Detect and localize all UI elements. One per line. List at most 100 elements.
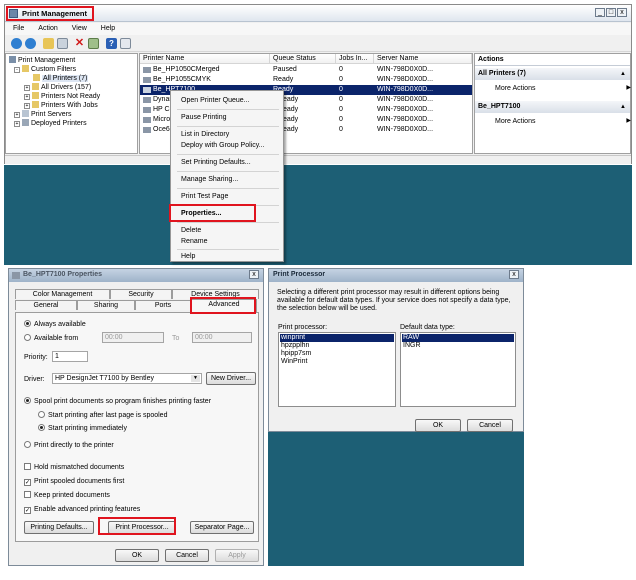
tree-item-all-printers[interactable]: All Printers (7) (33, 74, 89, 83)
submenu-arrow-icon: ▶ (626, 118, 631, 124)
menu-list-in-directory[interactable]: List in Directory (181, 130, 229, 140)
tree-item-printers-with-jobs[interactable]: + Printers With Jobs (24, 101, 98, 110)
hold-mismatched-checkbox[interactable]: Hold mismatched documents (24, 463, 124, 472)
keep-printed-checkbox[interactable]: Keep printed documents (24, 491, 110, 500)
printer-row[interactable]: Be_HP1055CMYK Ready 0 WIN-798D0X0D... (140, 75, 472, 85)
menu-rename[interactable]: Rename (181, 237, 207, 247)
chevron-down-icon[interactable]: ▼ (191, 375, 200, 382)
start-after-last-page-radio[interactable]: Start printing after last page is spoole… (38, 411, 167, 420)
delete-icon[interactable]: ✕ (74, 38, 85, 49)
printing-defaults-button[interactable]: Printing Defaults... (24, 521, 94, 534)
tree-item-custom-filters[interactable]: - Custom Filters (14, 65, 76, 74)
list-item[interactable]: hpipp7sm (281, 350, 311, 358)
priority-stepper[interactable]: 1 (52, 351, 88, 362)
maximize-button[interactable]: □ (606, 8, 616, 17)
spool-radio[interactable]: Spool print documents so program finishe… (24, 397, 211, 406)
menu-manage-sharing[interactable]: Manage Sharing... (181, 175, 238, 185)
actions-group-printer[interactable]: Be_HPT7100 ▲ (475, 101, 630, 113)
up-folder-icon[interactable] (43, 38, 54, 49)
expand-toggle[interactable]: + (24, 94, 30, 100)
menu-view[interactable]: View (72, 25, 87, 32)
tree-item-print-management[interactable]: Print Management (9, 56, 75, 65)
close-button[interactable]: x (617, 8, 627, 17)
processor-listbox[interactable]: winprint hpzpplhn hpipp7sm WinPrint (278, 332, 396, 407)
new-driver-button[interactable]: New Driver... (206, 372, 256, 385)
print-spooled-first-checkbox[interactable]: ✓ Print spooled documents first (24, 477, 124, 486)
ok-button[interactable]: OK (415, 419, 461, 432)
menu-deploy-group-policy[interactable]: Deploy with Group Policy... (181, 141, 265, 151)
menu-help[interactable]: Help (181, 252, 195, 262)
tree-item-printers-not-ready[interactable]: + Printers Not Ready (24, 92, 100, 101)
collapse-arrow-icon[interactable]: ▲ (620, 68, 626, 80)
minimize-button[interactable]: _ (595, 8, 605, 17)
checkmark-icon: ✓ (24, 507, 31, 514)
menu-separator (177, 222, 279, 223)
available-from-radio[interactable]: Available from (24, 334, 78, 343)
menu-pause-printing[interactable]: Pause Printing (181, 113, 227, 123)
cancel-button[interactable]: Cancel (467, 419, 513, 432)
close-button[interactable]: x (509, 270, 519, 279)
close-button[interactable]: x (249, 270, 259, 279)
menu-help[interactable]: Help (101, 25, 115, 32)
cancel-button[interactable]: Cancel (165, 549, 209, 562)
column-jobs-in-queue[interactable]: Jobs In... (336, 54, 374, 64)
print-directly-radio[interactable]: Print directly to the printer (24, 441, 114, 450)
separator-page-button[interactable]: Separator Page... (190, 521, 254, 534)
printer-icon (12, 272, 20, 279)
collapse-toggle[interactable]: - (14, 67, 20, 73)
print-processor-dialog: Print Processor x Selecting a different … (268, 268, 524, 432)
expand-toggle[interactable]: + (24, 85, 30, 91)
column-queue-status[interactable]: Queue Status (270, 54, 336, 64)
ok-button[interactable]: OK (115, 549, 159, 562)
checkmark-icon: ✓ (24, 479, 31, 486)
navigation-tree: Print Management - Custom Filters All Pri… (5, 53, 138, 154)
back-icon[interactable] (11, 38, 22, 49)
tree-item-all-drivers[interactable]: + All Drivers (157) (24, 83, 91, 92)
expand-toggle[interactable]: + (14, 121, 20, 127)
start-immediately-radio[interactable]: Start printing immediately (38, 424, 127, 433)
desktop-background (268, 432, 524, 566)
more-actions-link[interactable]: More Actions ▶ (495, 84, 631, 93)
collapse-arrow-icon[interactable]: ▲ (620, 101, 626, 113)
always-available-radio[interactable]: Always available (24, 320, 86, 329)
available-from-time: 00:00 (102, 332, 164, 343)
column-printer-name[interactable]: Printer Name (140, 54, 270, 64)
tree-item-print-servers[interactable]: + Print Servers (14, 110, 71, 119)
properties-icon[interactable] (120, 38, 131, 49)
enable-advanced-checkbox[interactable]: ✓ Enable advanced printing features (24, 505, 140, 514)
list-item[interactable]: RAW (402, 334, 514, 342)
list-item[interactable]: winprint (280, 334, 394, 342)
menu-print-test-page[interactable]: Print Test Page (181, 192, 228, 202)
tab-sharing[interactable]: Sharing (77, 300, 135, 310)
tree-item-deployed-printers[interactable]: + Deployed Printers (14, 119, 87, 128)
printer-icon (143, 107, 151, 113)
show-hide-tree-icon[interactable] (57, 38, 68, 49)
column-server-name[interactable]: Server Name (374, 54, 472, 64)
driver-select[interactable]: HP DesignJet T7100 by Bentley ▼ (52, 373, 202, 384)
printer-icon (143, 97, 151, 103)
menu-delete[interactable]: Delete (181, 226, 201, 236)
printer-row[interactable]: Be_HP1050CMerged Paused 0 WIN-798D0X0D... (140, 65, 472, 75)
tab-color-management[interactable]: Color Management (15, 289, 110, 299)
menu-set-printing-defaults[interactable]: Set Printing Defaults... (181, 158, 251, 168)
list-item[interactable]: WinPrint (281, 358, 307, 366)
menu-action[interactable]: Action (38, 25, 57, 32)
tab-ports[interactable]: Ports (135, 300, 191, 310)
help-icon[interactable]: ? (106, 38, 117, 49)
actions-group-all-printers[interactable]: All Printers (7) ▲ (475, 68, 630, 80)
list-item[interactable]: INGR (403, 342, 421, 350)
expand-toggle[interactable]: + (14, 112, 20, 118)
datatype-listbox[interactable]: RAW INGR (400, 332, 516, 407)
expand-toggle[interactable]: + (24, 103, 30, 109)
menu-file[interactable]: File (13, 25, 24, 32)
actions-pane: Actions All Printers (7) ▲ More Actions ▶ … (474, 53, 631, 154)
printer-icon (143, 67, 151, 73)
title-bar: Print Management _ □ x (5, 5, 631, 22)
forward-icon[interactable] (25, 38, 36, 49)
menu-open-printer-queue[interactable]: Open Printer Queue... (181, 96, 249, 106)
tab-general[interactable]: General (15, 300, 77, 310)
list-item[interactable]: hpzpplhn (281, 342, 309, 350)
more-actions-link[interactable]: More Actions ▶ (495, 117, 631, 126)
export-icon[interactable] (88, 38, 99, 49)
tab-security[interactable]: Security (110, 289, 172, 299)
